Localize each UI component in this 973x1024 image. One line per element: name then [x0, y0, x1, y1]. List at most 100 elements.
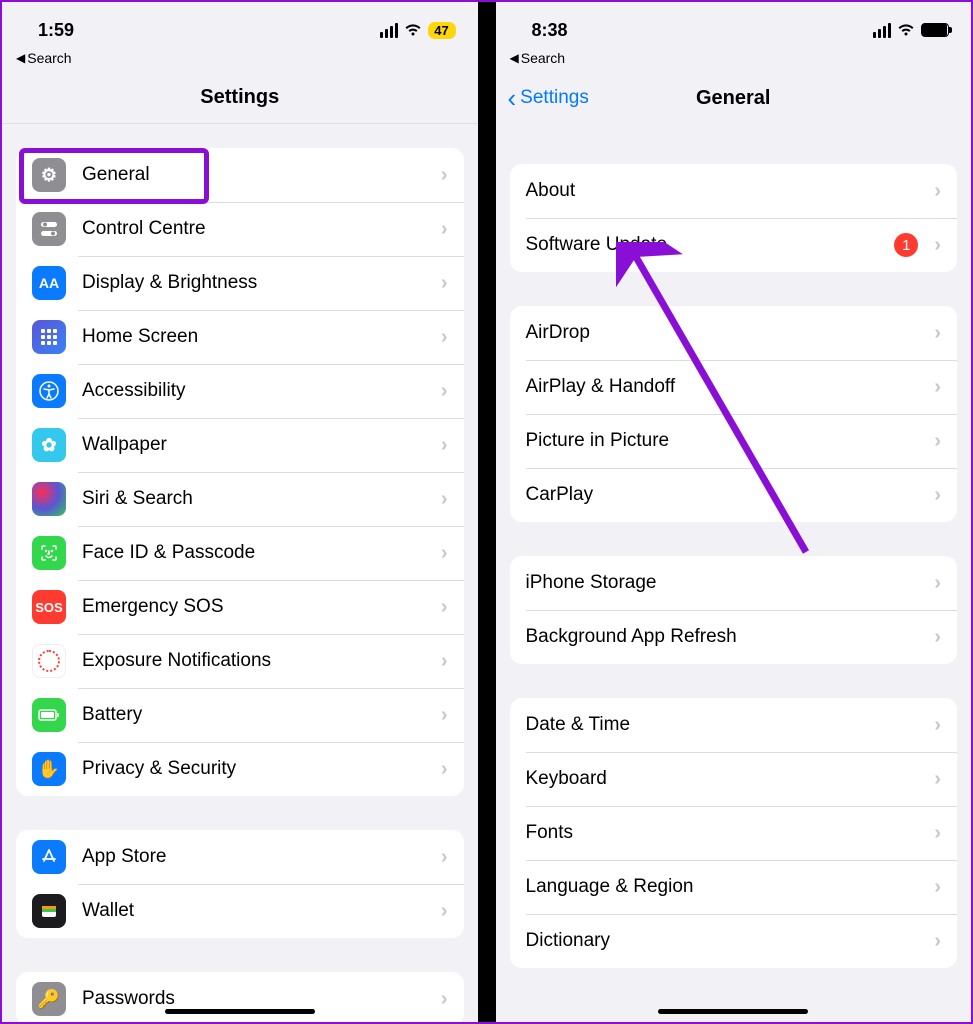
gear-icon: ⚙ [32, 158, 66, 192]
row-label: About [526, 180, 919, 202]
group-general-section: ⚙ General › Control Centre › AA Display … [16, 148, 464, 796]
grid-icon [32, 320, 66, 354]
chevron-right-icon: › [441, 650, 448, 673]
nav-back-button[interactable]: ‹ Settings [508, 72, 589, 124]
chevron-right-icon: › [934, 768, 941, 791]
chevron-right-icon: › [934, 714, 941, 737]
row-battery[interactable]: Battery › [16, 688, 464, 742]
row-display[interactable]: AA Display & Brightness › [16, 256, 464, 310]
row-label: AirPlay & Handoff [526, 376, 919, 398]
row-general[interactable]: ⚙ General › [16, 148, 464, 202]
row-home-screen[interactable]: Home Screen › [16, 310, 464, 364]
row-software-update[interactable]: Software Update 1 › [510, 218, 958, 272]
home-indicator[interactable] [165, 1009, 315, 1014]
row-bg-refresh[interactable]: Background App Refresh › [510, 610, 958, 664]
screenshot-divider [478, 2, 496, 1022]
chevron-right-icon: › [441, 164, 448, 187]
row-label: App Store [82, 846, 425, 868]
row-exposure[interactable]: Exposure Notifications › [16, 634, 464, 688]
row-pip[interactable]: Picture in Picture › [510, 414, 958, 468]
row-label: Language & Region [526, 876, 919, 898]
chevron-right-icon: › [934, 572, 941, 595]
left-screenshot: 1:59 47 ◀ Search Settings ⚙ General › [2, 2, 478, 1022]
status-time: 1:59 [38, 20, 74, 41]
chevron-right-icon: › [441, 542, 448, 565]
row-label: Emergency SOS [82, 596, 425, 618]
row-label: Date & Time [526, 714, 919, 736]
row-dictionary[interactable]: Dictionary › [510, 914, 958, 968]
row-label: Exposure Notifications [82, 650, 425, 672]
chevron-right-icon: › [934, 822, 941, 845]
chevron-right-icon: › [441, 272, 448, 295]
chevron-right-icon: › [441, 758, 448, 781]
accessibility-icon [32, 374, 66, 408]
group-store-section: App Store › Wallet › [16, 830, 464, 938]
group-passwords-section: 🔑 Passwords › [16, 972, 464, 1022]
row-wallet[interactable]: Wallet › [16, 884, 464, 938]
row-label: Passwords [82, 988, 425, 1010]
row-control-centre[interactable]: Control Centre › [16, 202, 464, 256]
row-label: Wallpaper [82, 434, 425, 456]
status-bar: 8:38 [496, 2, 972, 50]
flower-icon: ✿ [32, 428, 66, 462]
row-siri[interactable]: Siri & Search › [16, 472, 464, 526]
chevron-right-icon: › [441, 704, 448, 727]
battery-percent-badge: 47 [428, 22, 456, 39]
siri-icon [32, 482, 66, 516]
exposure-icon [32, 644, 66, 678]
chevron-right-icon: › [934, 376, 941, 399]
row-label: CarPlay [526, 484, 919, 506]
row-label: Dictionary [526, 930, 919, 952]
row-sos[interactable]: SOS Emergency SOS › [16, 580, 464, 634]
row-label: Display & Brightness [82, 272, 425, 294]
general-list: About › Software Update 1 › AirDrop › Ai… [496, 124, 972, 1022]
chevron-right-icon: › [934, 484, 941, 507]
row-fonts[interactable]: Fonts › [510, 806, 958, 860]
cellular-icon [380, 23, 398, 38]
row-airplay[interactable]: AirPlay & Handoff › [510, 360, 958, 414]
row-about[interactable]: About › [510, 164, 958, 218]
chevron-right-icon: › [441, 988, 448, 1011]
row-privacy[interactable]: ✋ Privacy & Security › [16, 742, 464, 796]
wallet-icon [32, 894, 66, 928]
back-to-search[interactable]: ◀ Search [2, 50, 478, 72]
group-storage-section: iPhone Storage › Background App Refresh … [510, 556, 958, 664]
page-title: Settings [200, 86, 279, 109]
cellular-icon [873, 23, 891, 38]
row-appstore[interactable]: App Store › [16, 830, 464, 884]
right-screenshot: 8:38 ◀ Search ‹ Settings General About › [496, 2, 972, 1022]
chevron-left-icon: ‹ [508, 85, 517, 111]
row-language[interactable]: Language & Region › [510, 860, 958, 914]
page-title: General [696, 87, 770, 110]
hand-icon: ✋ [32, 752, 66, 786]
row-keyboard[interactable]: Keyboard › [510, 752, 958, 806]
row-label: Background App Refresh [526, 626, 919, 648]
row-label: Control Centre [82, 218, 425, 240]
battery-icon [921, 23, 949, 37]
row-carplay[interactable]: CarPlay › [510, 468, 958, 522]
sos-icon: SOS [32, 590, 66, 624]
nav-back-label: Settings [520, 87, 589, 109]
row-accessibility[interactable]: Accessibility › [16, 364, 464, 418]
display-icon: AA [32, 266, 66, 300]
chevron-right-icon: › [934, 180, 941, 203]
row-passwords[interactable]: 🔑 Passwords › [16, 972, 464, 1022]
row-datetime[interactable]: Date & Time › [510, 698, 958, 752]
group-airdrop-section: AirDrop › AirPlay & Handoff › Picture in… [510, 306, 958, 522]
chevron-right-icon: › [934, 430, 941, 453]
row-label: Software Update [526, 234, 879, 256]
row-storage[interactable]: iPhone Storage › [510, 556, 958, 610]
row-airdrop[interactable]: AirDrop › [510, 306, 958, 360]
back-to-search[interactable]: ◀ Search [496, 50, 972, 72]
chevron-right-icon: › [934, 876, 941, 899]
chevron-right-icon: › [441, 846, 448, 869]
row-faceid[interactable]: Face ID & Passcode › [16, 526, 464, 580]
row-wallpaper[interactable]: ✿ Wallpaper › [16, 418, 464, 472]
home-indicator[interactable] [658, 1009, 808, 1014]
chevron-right-icon: › [934, 322, 941, 345]
row-label: Battery [82, 704, 425, 726]
status-time: 8:38 [532, 20, 568, 41]
row-label: Privacy & Security [82, 758, 425, 780]
nav-header: Settings [2, 72, 478, 124]
key-icon: 🔑 [32, 982, 66, 1016]
